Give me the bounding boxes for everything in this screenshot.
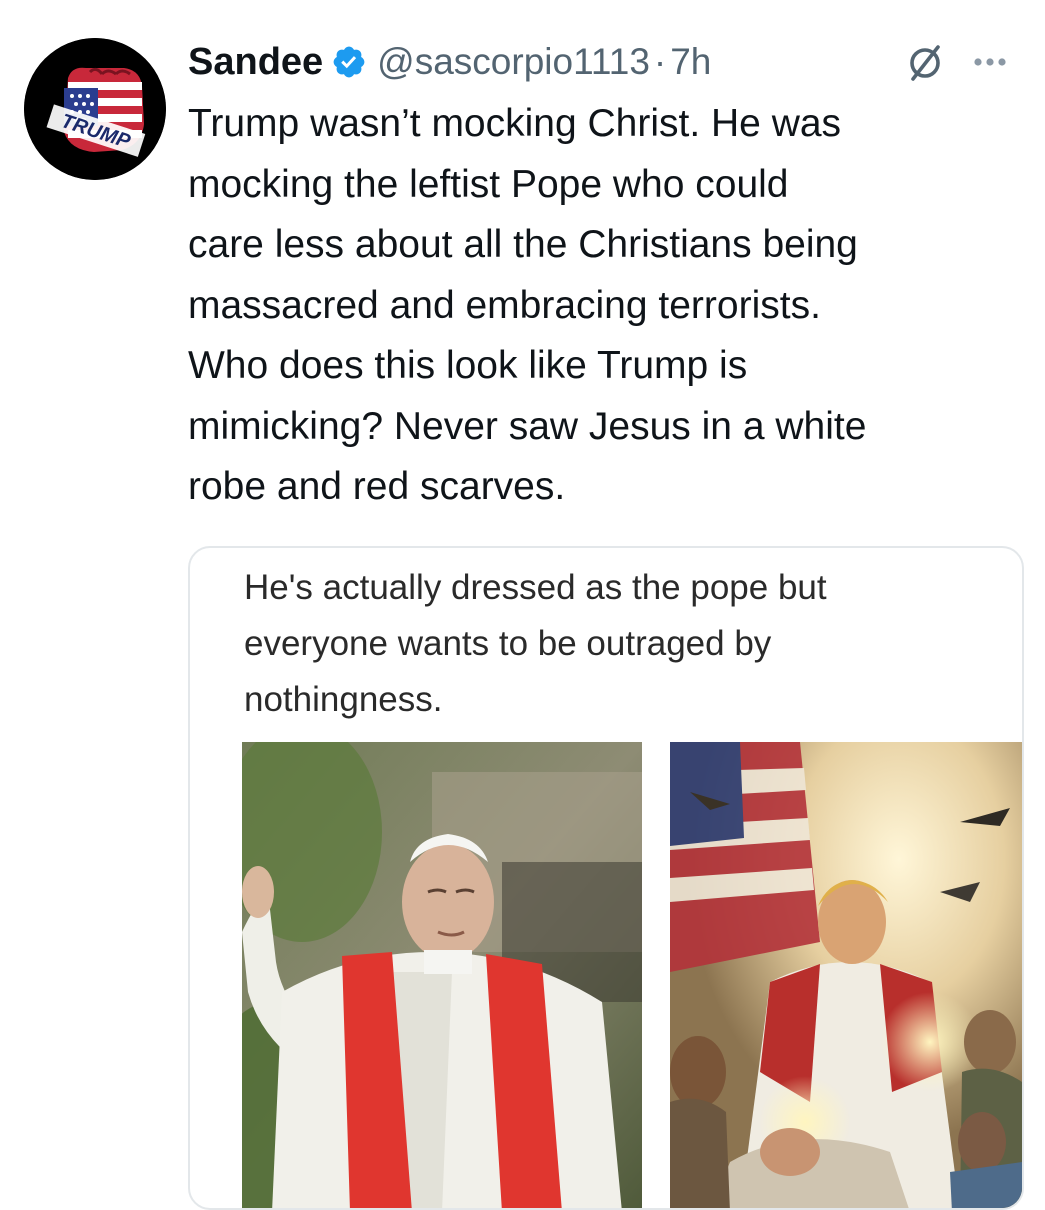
avatar[interactable]: TRUMP (24, 38, 166, 180)
more-options-icon[interactable] (966, 42, 1014, 82)
tweet-text-line: massacred and embracing terrorists. (188, 283, 821, 327)
quote-text-line: everyone wants to be outraged by (244, 624, 772, 663)
grok-icon[interactable] (904, 42, 946, 84)
verified-badge-icon[interactable] (331, 44, 367, 80)
tweet-text-line: Trump wasn’t mocking Christ. He was (188, 102, 842, 145)
quote-text: He's actually dressed as the pope but ev… (244, 560, 1004, 728)
avatar-image: TRUMP (24, 38, 166, 180)
timestamp[interactable]: 7h (670, 41, 711, 83)
tweet-text: Trump wasn’t mocking Christ. He was mock… (188, 94, 1028, 518)
user-handle[interactable]: @sascorpio1113 (377, 41, 650, 83)
tweet[interactable]: TRUMP Sandee @sascorpio1113 · 7h Trump w… (0, 0, 1045, 1210)
quote-text-line: He's actually dressed as the pope but (244, 568, 827, 607)
separator-dot: · (653, 41, 667, 82)
display-name[interactable]: Sandee (188, 41, 323, 84)
quote-text-line: nothingness. (244, 680, 443, 719)
pope-photo[interactable] (242, 742, 642, 1208)
patriotic-painting[interactable] (670, 742, 1022, 1208)
tweet-header: Sandee @sascorpio1113 · 7h (188, 36, 1028, 88)
tweet-text-line: mocking the leftist Pope who could (188, 162, 789, 206)
tweet-text-line: robe and red scarves. (188, 465, 566, 508)
tweet-text-line: care less about all the Christians being (188, 223, 858, 266)
quoted-media-card[interactable]: He's actually dressed as the pope but ev… (188, 546, 1024, 1210)
tweet-text-line: mimicking? Never saw Jesus in a white (188, 404, 867, 448)
tweet-text-line: Who does this look like Trump is (188, 344, 748, 387)
